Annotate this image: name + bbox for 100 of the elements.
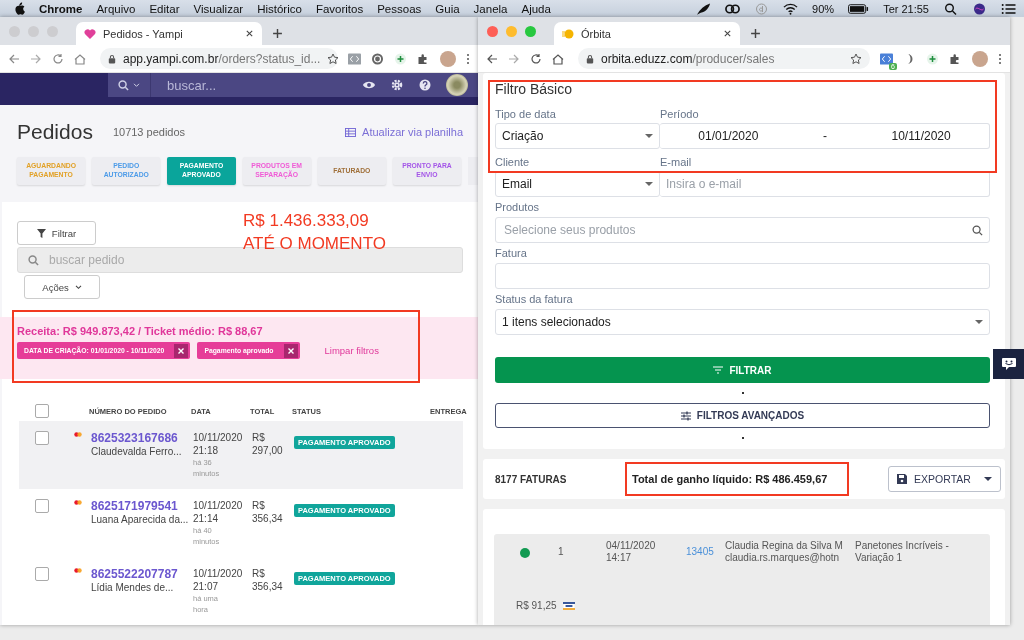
battery-percentage: 90% bbox=[812, 2, 835, 15]
order-number-link[interactable]: 8625171979541 bbox=[91, 499, 193, 513]
field-label: Fatura bbox=[495, 246, 528, 261]
home-icon[interactable] bbox=[74, 52, 86, 65]
clear-filters-link[interactable]: Limpar filtros bbox=[324, 345, 379, 356]
new-tab-icon[interactable] bbox=[750, 28, 761, 39]
star-icon[interactable] bbox=[850, 52, 862, 65]
apple-logo-icon[interactable] bbox=[14, 2, 25, 15]
home-icon[interactable] bbox=[552, 52, 564, 65]
app-menu[interactable]: Chrome bbox=[39, 2, 83, 15]
star-icon[interactable] bbox=[327, 52, 340, 65]
battery-icon[interactable] bbox=[848, 2, 870, 15]
order-time: 21:18 bbox=[193, 444, 220, 457]
plus-extension-icon[interactable] bbox=[394, 52, 407, 65]
date-type-dropdown[interactable]: Criação bbox=[495, 123, 660, 149]
range-separator: - bbox=[822, 129, 827, 143]
actions-dropdown[interactable]: Ações bbox=[24, 275, 100, 299]
plus-extension-icon[interactable] bbox=[926, 52, 939, 65]
menu-item[interactable]: Ajuda bbox=[521, 2, 551, 15]
list-icon[interactable] bbox=[1001, 2, 1016, 15]
card-brand-icon bbox=[74, 432, 82, 437]
browser-tab[interactable]: Pedidos - Yampi bbox=[76, 22, 262, 45]
date-range-field[interactable]: 01/01/2020 - 10/11/2020 bbox=[660, 123, 990, 149]
puzzle-icon[interactable] bbox=[417, 52, 430, 65]
siri-icon[interactable] bbox=[972, 2, 987, 15]
row-checkbox[interactable] bbox=[35, 567, 49, 581]
back-arrow-icon[interactable] bbox=[486, 52, 498, 65]
advanced-filters-button[interactable]: FILTROS AVANÇADOS bbox=[495, 403, 990, 428]
invoice-field[interactable] bbox=[495, 263, 990, 289]
end-date: 10/11/2020 bbox=[891, 129, 951, 143]
new-tab-icon[interactable] bbox=[272, 28, 283, 39]
menu-item[interactable]: Arquivo bbox=[96, 2, 136, 15]
orbit-logo-icon bbox=[562, 27, 574, 40]
more-menu-icon[interactable] bbox=[466, 52, 470, 65]
settings-icon[interactable] bbox=[390, 79, 404, 91]
dropdown-arrow-icon bbox=[645, 134, 653, 138]
header-search-field[interactable]: buscar... bbox=[165, 76, 348, 94]
filter-title: Filtro Básico bbox=[495, 81, 574, 99]
order-number-link[interactable]: 8625522207787 bbox=[91, 567, 193, 581]
select-all-checkbox[interactable] bbox=[35, 404, 49, 418]
more-menu-icon[interactable] bbox=[998, 52, 1002, 65]
close-icon[interactable] bbox=[245, 29, 254, 38]
eye-icon[interactable] bbox=[362, 79, 376, 91]
customer-name: Claudevalda Ferro... bbox=[91, 446, 183, 457]
feather-icon[interactable] bbox=[696, 2, 712, 15]
close-icon[interactable] bbox=[723, 29, 732, 38]
chevron-down-icon bbox=[133, 82, 140, 88]
products-search-field[interactable]: Selecione seus produtos bbox=[495, 217, 990, 243]
menu-item[interactable]: Histórico bbox=[257, 2, 302, 15]
user-avatar[interactable] bbox=[446, 74, 468, 96]
client-dropdown[interactable]: Email bbox=[495, 171, 660, 197]
menu-item[interactable]: Visualizar bbox=[193, 2, 244, 15]
reload-icon[interactable] bbox=[530, 52, 542, 65]
reload-icon[interactable] bbox=[52, 52, 64, 65]
filter-button[interactable]: Filtrar bbox=[17, 221, 96, 245]
menu-item[interactable]: Favoritos bbox=[315, 2, 364, 15]
invoice-row[interactable]: 1 04/11/2020 14:17 13405 Claudia Regina da Silva M claudia.rs.marques@hotn Panetones Incríveis - Variação 1 R$ 91,25 bbox=[494, 534, 990, 625]
field-label: Cliente bbox=[495, 156, 531, 168]
product-name: Panetones Incríveis - Variação 1 bbox=[855, 540, 950, 564]
menu-item[interactable]: Janela bbox=[473, 2, 508, 15]
dropdown-arrow-icon bbox=[645, 182, 653, 186]
order-number-link[interactable]: 8625323167686 bbox=[91, 431, 193, 445]
search-icon bbox=[118, 79, 129, 91]
chat-widget-button[interactable] bbox=[993, 349, 1024, 379]
remove-chip-icon[interactable] bbox=[283, 343, 298, 358]
code-extension-icon[interactable] bbox=[348, 52, 361, 65]
clock[interactable]: Ter 21:55 bbox=[883, 2, 929, 15]
invoice-value: R$ 91,25 bbox=[516, 600, 557, 611]
menu-item[interactable]: Guia bbox=[435, 2, 460, 15]
address-bar[interactable]: orbita.eduzz.com/producer/sales bbox=[578, 48, 870, 69]
field-label: E-mail bbox=[660, 156, 693, 168]
dropdown-arrow-icon bbox=[983, 477, 992, 481]
order-total: 297,00 bbox=[252, 444, 284, 457]
header-search-bar[interactable]: buscar... bbox=[108, 73, 478, 97]
order-search-input[interactable]: buscar pedido bbox=[47, 252, 452, 268]
puzzle-icon[interactable] bbox=[949, 52, 962, 65]
help-icon[interactable] bbox=[418, 79, 432, 91]
remove-chip-icon[interactable] bbox=[174, 343, 189, 358]
email-field[interactable]: Insira o e-mail bbox=[660, 171, 990, 197]
row-checkbox[interactable] bbox=[35, 431, 49, 445]
invoice-status-dropdown[interactable]: 1 itens selecionados bbox=[495, 309, 990, 335]
sliders-icon bbox=[680, 410, 691, 421]
order-time: 21:07 bbox=[193, 580, 220, 593]
browser-tab[interactable]: Órbita bbox=[554, 22, 740, 45]
order-date: 10/11/2020 bbox=[193, 431, 244, 444]
update-via-spreadsheet-link[interactable]: Atualizar via planilha bbox=[362, 126, 463, 138]
currency-symbol: R$ bbox=[252, 499, 266, 512]
back-arrow-icon[interactable] bbox=[8, 52, 20, 65]
order-time: 21:14 bbox=[193, 512, 220, 525]
row-checkbox[interactable] bbox=[35, 499, 49, 513]
menu-item[interactable]: Pessoas bbox=[377, 2, 422, 15]
filter-icon bbox=[36, 228, 46, 238]
menu-item[interactable]: Editar bbox=[149, 2, 180, 15]
net-earnings-total: Total de ganho líquido: R$ 486.459,67 bbox=[625, 462, 850, 496]
address-bar[interactable]: app.yampi.com.br/orders?status_id... bbox=[100, 48, 338, 69]
wifi-icon[interactable] bbox=[783, 2, 799, 15]
code-extension-icon[interactable] bbox=[880, 52, 893, 65]
filter-button[interactable]: FILTRAR bbox=[495, 357, 990, 383]
export-button[interactable]: EXPORTAR bbox=[888, 466, 1001, 492]
search-icon[interactable] bbox=[943, 2, 958, 15]
